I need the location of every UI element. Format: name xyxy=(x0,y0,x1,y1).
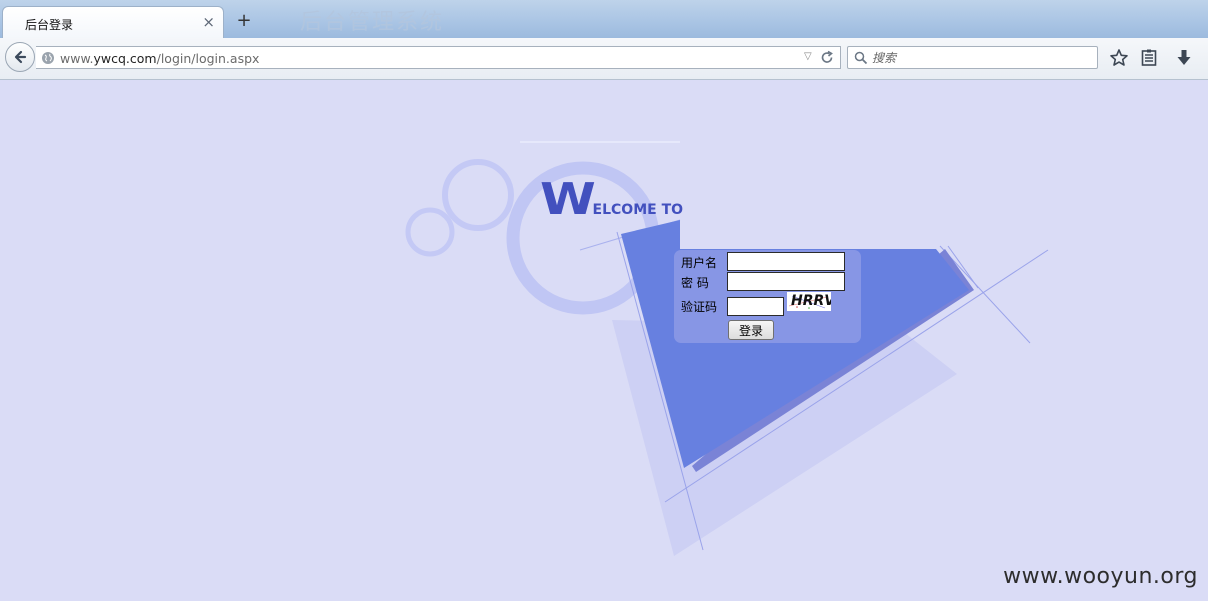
bookmark-star-icon[interactable] xyxy=(1109,48,1129,68)
password-input[interactable] xyxy=(727,272,845,291)
watermark: www.wooyun.org xyxy=(1003,564,1198,589)
tab-strip-background-title: 后台管理系统 xyxy=(300,10,445,35)
ring-small xyxy=(405,207,455,257)
password-label: 密 码 xyxy=(681,276,709,290)
tab-strip: 后台管理系统 后台登录 × + xyxy=(0,0,1208,39)
address-bar[interactable]: www.ywcq.com/login/login.aspx ▽ xyxy=(36,46,841,69)
url-text[interactable]: www.ywcq.com/login/login.aspx xyxy=(60,51,259,66)
url-domain: ywcq.com xyxy=(93,51,157,66)
reload-icon[interactable] xyxy=(820,50,834,65)
download-icon[interactable] xyxy=(1174,48,1194,68)
search-input[interactable] xyxy=(872,50,1092,65)
navigation-bar: www.ywcq.com/login/login.aspx ▽ xyxy=(0,38,1208,80)
globe-icon xyxy=(42,52,54,64)
welcome-title: WELCOME TO xyxy=(540,174,683,225)
arrow-left-icon xyxy=(14,50,27,64)
browser-window: 后台管理系统 后台登录 × + www.ywcq.com/login/login… xyxy=(0,0,1208,601)
bookmarks-list-icon[interactable] xyxy=(1139,48,1159,68)
page-content: WELCOME TO xyxy=(0,80,1208,601)
new-tab-button[interactable]: + xyxy=(233,10,255,32)
captcha-image[interactable]: HRRV xyxy=(787,292,831,311)
captcha-input[interactable] xyxy=(727,297,784,316)
login-button[interactable]: 登录 xyxy=(728,320,774,340)
tab-active[interactable]: 后台登录 × xyxy=(2,6,224,38)
captcha-label: 验证码 xyxy=(681,300,718,314)
url-prefix: www. xyxy=(60,51,94,66)
username-input[interactable] xyxy=(727,252,845,271)
dropdown-arrow-icon[interactable]: ▽ xyxy=(804,51,812,62)
search-bar[interactable] xyxy=(847,46,1098,69)
close-icon[interactable]: × xyxy=(202,13,215,31)
welcome-text: ELCOME TO xyxy=(592,202,684,218)
captcha-code: HRRV xyxy=(791,293,831,309)
welcome-letter-w: W xyxy=(540,174,596,225)
tab-title: 后台登录 xyxy=(25,18,74,32)
username-label: 用户名 xyxy=(681,256,718,270)
back-button[interactable] xyxy=(5,42,35,72)
search-icon xyxy=(854,51,868,65)
background-decoration xyxy=(405,141,1049,556)
ring-medium xyxy=(442,159,514,231)
url-path: /login/login.aspx xyxy=(156,51,260,66)
